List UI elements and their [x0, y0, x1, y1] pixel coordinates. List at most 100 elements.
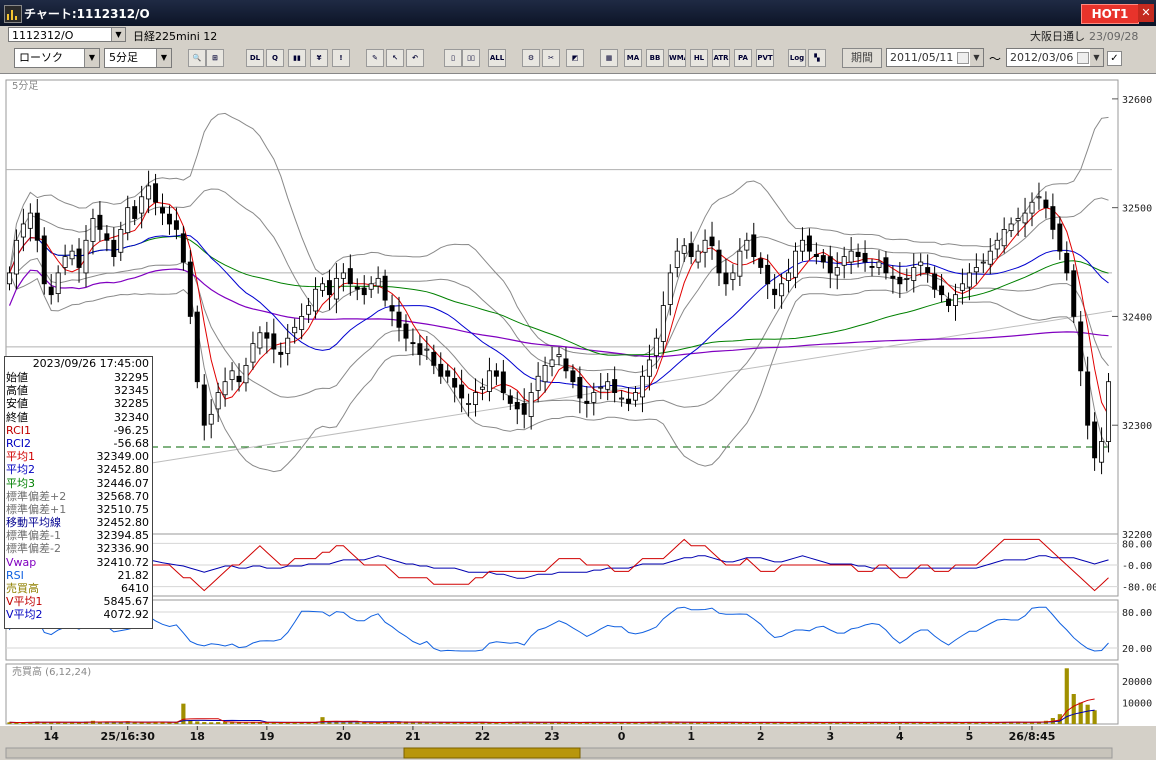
ma-icon[interactable]: MA [624, 49, 642, 67]
close-button[interactable]: ✕ [1138, 4, 1154, 22]
chevron-down-icon[interactable]: ▼ [84, 49, 99, 67]
rci-tick-label: -80.00 [1122, 583, 1156, 594]
wma-icon[interactable]: WMA [668, 49, 686, 67]
settings-icon[interactable]: ⚙ [522, 49, 540, 67]
candle-body [556, 354, 562, 358]
chevron-down-icon[interactable]: ▼ [1090, 49, 1103, 66]
candle-body [841, 256, 847, 266]
data-window-datetime: 2023/09/26 17:45:00 [32, 357, 149, 370]
hl-icon[interactable]: HL [690, 49, 708, 67]
interval-select[interactable]: 5分足 ▼ [104, 48, 172, 68]
candle-body [584, 400, 590, 404]
chevron-down-icon[interactable]: ▼ [970, 49, 983, 66]
cursor-icon[interactable]: ↖ [386, 49, 404, 67]
volume-bar [355, 722, 360, 724]
candle-icon[interactable]: ▯ [444, 49, 462, 67]
warning-icon[interactable]: ! [332, 49, 350, 67]
candle-body [688, 243, 694, 258]
candle-body [813, 254, 819, 258]
tool-icon[interactable]: ✂ [542, 49, 560, 67]
log-icon[interactable]: Log [788, 49, 806, 67]
period-button[interactable]: 期間 [842, 48, 882, 68]
candle-body [786, 272, 792, 281]
price-icon[interactable]: ¥ [310, 49, 328, 67]
bb-icon[interactable]: BB [646, 49, 664, 67]
grid-icon[interactable]: ▦ [600, 49, 618, 67]
bar-chart-icon[interactable]: ▮▮ [288, 49, 306, 67]
hot-badge[interactable]: HOT1 [1081, 4, 1139, 24]
chevron-down-icon[interactable]: ▼ [111, 28, 125, 41]
candle-body [855, 251, 861, 258]
calendar-checkbox-icon[interactable] [957, 52, 969, 64]
chevron-down-icon[interactable]: ▼ [156, 49, 171, 67]
data-window-row: 移動平均線 32452.80 [5, 516, 152, 529]
candle-body [215, 392, 221, 410]
volume-bar [1092, 710, 1097, 724]
data-window-row: RCI1 -96.25 [5, 424, 152, 437]
volume-bar [63, 722, 68, 724]
pa-icon[interactable]: PA [734, 49, 752, 67]
interval-value: 5分足 [109, 51, 138, 64]
undo-icon[interactable]: ↶ [406, 49, 424, 67]
candle-body [1029, 201, 1035, 214]
chart-area[interactable]: 5分足 32600 32500 32400 32300 3 2 20 0 80.00 -0.00 -… [0, 74, 1156, 760]
calendar-checkbox-icon[interactable] [1077, 52, 1089, 64]
symbol-code-value: 1112312/O [12, 29, 74, 42]
data-window-label: 終値 [6, 410, 28, 424]
candle-body [681, 245, 687, 254]
candle-body [605, 381, 611, 390]
candle-body [709, 236, 715, 247]
candle-body [97, 214, 103, 230]
data-window-value: 32510.75 [96, 502, 150, 516]
candle-body [104, 233, 110, 241]
time-tick-label: 1 [687, 730, 695, 743]
data-window-value: 32345 [114, 384, 149, 398]
pen-icon[interactable]: ✎ [366, 49, 384, 67]
candle-body [173, 220, 179, 230]
candle-body [354, 286, 360, 290]
atr-icon[interactable]: ATR [712, 49, 730, 67]
candle-body [639, 375, 645, 398]
date-to-field[interactable]: 2012/03/06 ▼ [1006, 48, 1104, 67]
candle-body [653, 337, 659, 357]
all-icon[interactable]: ALL [488, 49, 506, 67]
candle-body [431, 351, 437, 366]
candle2-icon[interactable]: ▯▯ [462, 49, 480, 67]
data-window-value: 32285 [114, 397, 149, 411]
candle-body [897, 276, 903, 285]
split-icon[interactable]: ⊞ [206, 49, 224, 67]
data-window-value: 32568.70 [96, 489, 150, 503]
date-from-field[interactable]: 2011/05/11 ▼ [886, 48, 984, 67]
candle-body [125, 207, 131, 234]
volume-bar [543, 722, 548, 724]
symbol-code-input[interactable]: 1112312/O ▼ [8, 27, 126, 42]
instrument-name: 日経225mini 12 [133, 30, 218, 43]
candle-body [1036, 196, 1042, 199]
chart-type-select[interactable]: ローソク ▼ [14, 48, 100, 68]
candle-body [646, 359, 652, 377]
download-icon[interactable]: DL [246, 49, 264, 67]
candle-body [932, 273, 938, 290]
candle-body [959, 283, 965, 291]
candle-body [6, 272, 12, 285]
candle-body [347, 268, 353, 285]
time-tick-label: 21 [405, 730, 420, 743]
apply-checkbox[interactable]: ✓ [1107, 51, 1122, 66]
data-window-label: 標準偏差-1 [6, 529, 61, 543]
data-window-label: V平均2 [6, 608, 43, 622]
zoom-icon[interactable]: 🔍 [188, 49, 206, 67]
candle-body [626, 398, 632, 404]
volume-bar [243, 722, 249, 724]
candle-body [514, 401, 520, 410]
color-icon[interactable]: ◩ [566, 49, 584, 67]
volume-bar [229, 722, 235, 724]
search-chart-icon[interactable]: Q [266, 49, 284, 67]
layout-icon[interactable]: ▚ [808, 49, 826, 67]
data-window-row: V平均2 4072.92 [5, 608, 152, 621]
pvt-icon[interactable]: PVT [756, 49, 774, 67]
data-window-label: Vwap [6, 555, 37, 569]
time-tick-label: 25/16:30 [101, 730, 156, 743]
candle-body [772, 288, 778, 296]
candle-body [13, 239, 19, 275]
data-window-value: 32340 [114, 410, 149, 424]
